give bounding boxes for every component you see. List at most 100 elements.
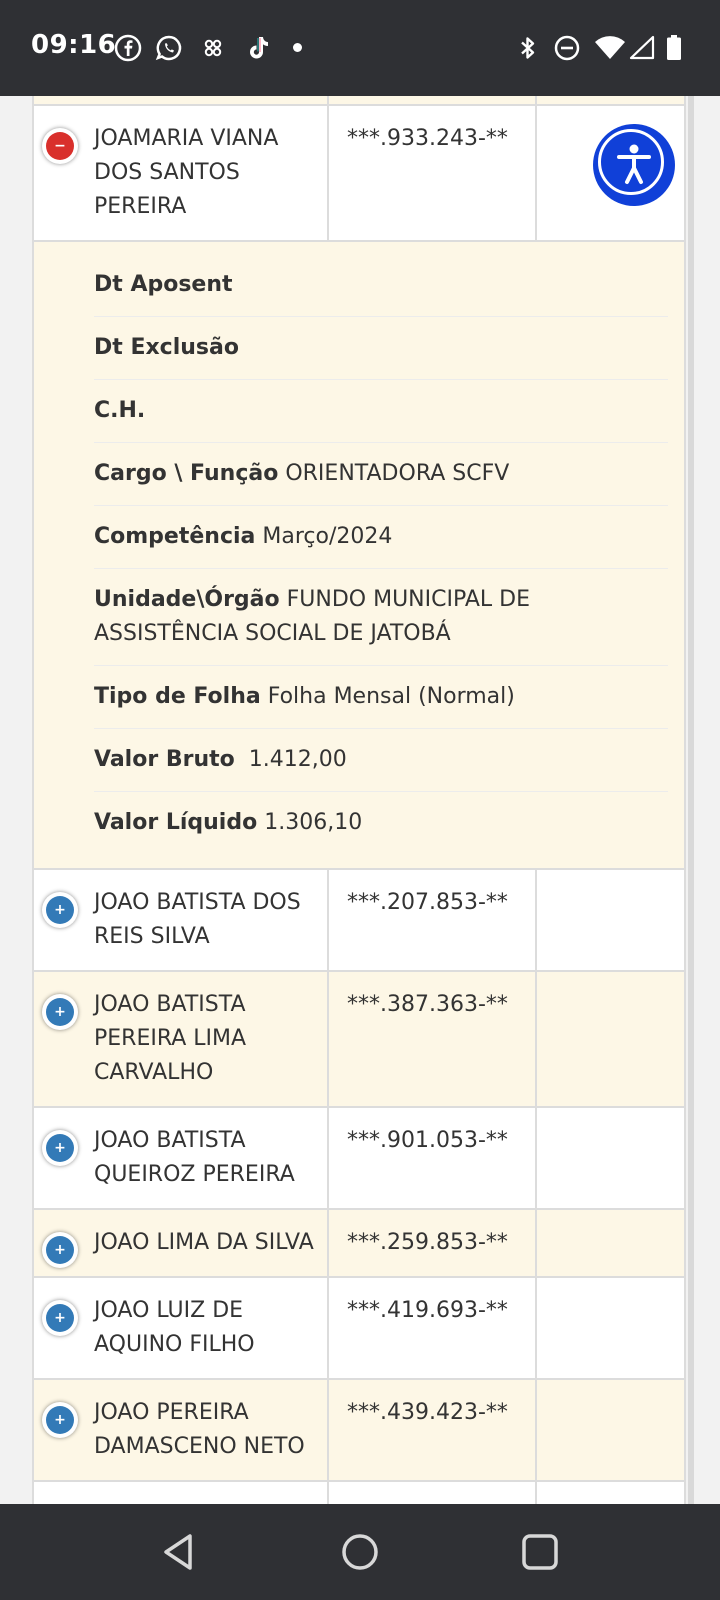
detail-label: Valor Bruto: [94, 747, 235, 772]
expand-toggle-button[interactable]: +: [42, 994, 78, 1030]
cpf-cell: ***.259.853-**: [329, 1210, 537, 1276]
status-bar: 09:16: [0, 0, 720, 96]
name-cell: − JOAMARIA VIANA DOS SANTOS PEREIRA: [34, 106, 329, 240]
cpf-cell: ***.439.423-**: [329, 1380, 537, 1480]
table-row[interactable]: + JOAO BATISTA PEREIRA LIMA CARVALHO ***…: [34, 972, 684, 1108]
employee-name: JOAO BATISTA PEREIRA LIMA CARVALHO: [94, 992, 247, 1085]
status-time: 09:16: [31, 30, 117, 60]
extra-cell: [537, 870, 684, 970]
extra-cell: [537, 1108, 684, 1208]
employee-cpf: ***.439.423-**: [347, 1400, 508, 1425]
detail-label: Dt Exclusão: [94, 335, 239, 360]
detail-label: C.H.: [94, 398, 146, 423]
detail-value: Folha Mensal (Normal): [267, 684, 515, 709]
detail-unidade-orgao: Unidade\Órgão FUNDO MUNICIPAL DE ASSISTÊ…: [94, 569, 668, 666]
navigation-bar: [0, 1504, 720, 1600]
wifi-icon: [595, 36, 625, 59]
detail-label: Competência: [94, 524, 256, 549]
detail-tipo-folha: Tipo de Folha Folha Mensal (Normal): [94, 666, 668, 729]
detail-dt-exclusao: Dt Exclusão: [94, 317, 668, 380]
app-icon: [204, 39, 222, 57]
name-cell: + JOAO BATISTA DOS REIS SILVA: [34, 870, 329, 970]
plus-icon: +: [46, 896, 74, 924]
employee-name: JOAMARIA VIANA DOS SANTOS PEREIRA: [94, 126, 279, 219]
name-cell: [34, 1482, 329, 1504]
employee-cpf: ***.207.853-**: [347, 890, 508, 915]
detail-dt-aposent: Dt Aposent: [94, 254, 668, 317]
expand-toggle-button[interactable]: +: [42, 1300, 78, 1336]
cpf-cell: ***.387.363-**: [329, 972, 537, 1106]
name-cell: + JOAO LIMA DA SILVA: [34, 1210, 329, 1276]
expand-toggle-button[interactable]: +: [42, 892, 78, 928]
detail-label: Cargo \ Função: [94, 461, 279, 486]
table-row-partial[interactable]: [34, 1482, 684, 1504]
detail-cargo-funcao: Cargo \ Função ORIENTADORA SCFV: [94, 443, 668, 506]
name-cell: + JOAO PEREIRA DAMASCENO NETO: [34, 1380, 329, 1480]
servidores-table: − JOAMARIA VIANA DOS SANTOS PEREIRA ***.…: [32, 96, 686, 1504]
employee-cpf: ***.419.693-**: [347, 1298, 508, 1323]
minus-icon: −: [46, 132, 74, 160]
back-icon[interactable]: [156, 1528, 204, 1576]
detail-valor-liquido: Valor Líquido 1.306,10: [94, 792, 668, 854]
detail-label: Valor Líquido: [94, 810, 258, 835]
cpf-cell: ***.933.243-**: [329, 106, 537, 240]
collapse-toggle-button[interactable]: −: [42, 128, 78, 164]
employee-cpf: ***.259.853-**: [347, 1230, 508, 1255]
bluetooth-icon: [521, 37, 535, 59]
employee-cpf: ***.901.053-**: [347, 1128, 508, 1153]
name-cell: + JOAO BATISTA PEREIRA LIMA CARVALHO: [34, 972, 329, 1106]
plus-icon: +: [46, 1406, 74, 1434]
expand-toggle-button[interactable]: +: [42, 1402, 78, 1438]
table-row[interactable]: + JOAO LUIZ DE AQUINO FILHO ***.419.693-…: [34, 1278, 684, 1380]
signal-icon: [629, 35, 655, 60]
detail-panel: Dt Aposent Dt Exclusão C.H. Cargo \ Funç…: [34, 242, 684, 870]
table-row[interactable]: + JOAO PEREIRA DAMASCENO NETO ***.439.42…: [34, 1380, 684, 1482]
plus-icon: +: [46, 1236, 74, 1264]
employee-cpf: ***.387.363-**: [347, 992, 508, 1017]
home-icon[interactable]: [336, 1528, 384, 1576]
extra-cell: [537, 1278, 684, 1378]
table-row[interactable]: + JOAO LIMA DA SILVA ***.259.853-**: [34, 1210, 684, 1278]
name-cell: + JOAO LUIZ DE AQUINO FILHO: [34, 1278, 329, 1378]
detail-value: Março/2024: [262, 524, 393, 549]
detail-value: 1.306,10: [264, 810, 363, 835]
detail-label: Unidade\Órgão: [94, 587, 280, 612]
battery-icon: [667, 35, 681, 60]
do-not-disturb-icon: [554, 35, 580, 61]
notification-dot: [293, 43, 302, 52]
page-content[interactable]: − JOAMARIA VIANA DOS SANTOS PEREIRA ***.…: [0, 96, 720, 1504]
extra-cell: [537, 1482, 684, 1504]
extra-cell: [537, 1380, 684, 1480]
detail-label: Tipo de Folha: [94, 684, 261, 709]
tiktok-icon: [250, 37, 268, 59]
extra-cell: [537, 1210, 684, 1276]
plus-icon: +: [46, 1134, 74, 1162]
previous-row-edge: [34, 96, 684, 106]
table-row[interactable]: + JOAO BATISTA QUEIROZ PEREIRA ***.901.0…: [34, 1108, 684, 1210]
detail-competencia: Competência Março/2024: [94, 506, 668, 569]
whatsapp-icon: [155, 35, 182, 61]
cpf-cell: ***.419.693-**: [329, 1278, 537, 1378]
table-row[interactable]: + JOAO BATISTA DOS REIS SILVA ***.207.85…: [34, 870, 684, 972]
accessibility-button[interactable]: [590, 121, 678, 209]
expand-toggle-button[interactable]: +: [42, 1130, 78, 1166]
employee-name: JOAO BATISTA DOS REIS SILVA: [94, 890, 301, 949]
employee-name: JOAO LUIZ DE AQUINO FILHO: [94, 1298, 255, 1357]
cpf-cell: ***.901.053-**: [329, 1108, 537, 1208]
detail-valor-bruto: Valor Bruto 1.412,00: [94, 729, 668, 792]
cpf-cell: [329, 1482, 537, 1504]
name-cell: + JOAO BATISTA QUEIROZ PEREIRA: [34, 1108, 329, 1208]
plus-icon: +: [46, 998, 74, 1026]
detail-value: ORIENTADORA SCFV: [285, 461, 510, 486]
facebook-icon: [114, 34, 142, 62]
employee-cpf: ***.933.243-**: [347, 126, 508, 151]
scrollbar[interactable]: [688, 96, 694, 1504]
extra-cell: [537, 972, 684, 1106]
detail-value: 1.412,00: [248, 747, 347, 772]
employee-name: JOAO BATISTA QUEIROZ PEREIRA: [94, 1128, 295, 1187]
accessibility-icon: [617, 144, 651, 184]
recents-icon[interactable]: [516, 1528, 564, 1576]
table-row-expanded[interactable]: − JOAMARIA VIANA DOS SANTOS PEREIRA ***.…: [34, 106, 684, 242]
plus-icon: +: [46, 1304, 74, 1332]
expand-toggle-button[interactable]: +: [42, 1232, 78, 1268]
